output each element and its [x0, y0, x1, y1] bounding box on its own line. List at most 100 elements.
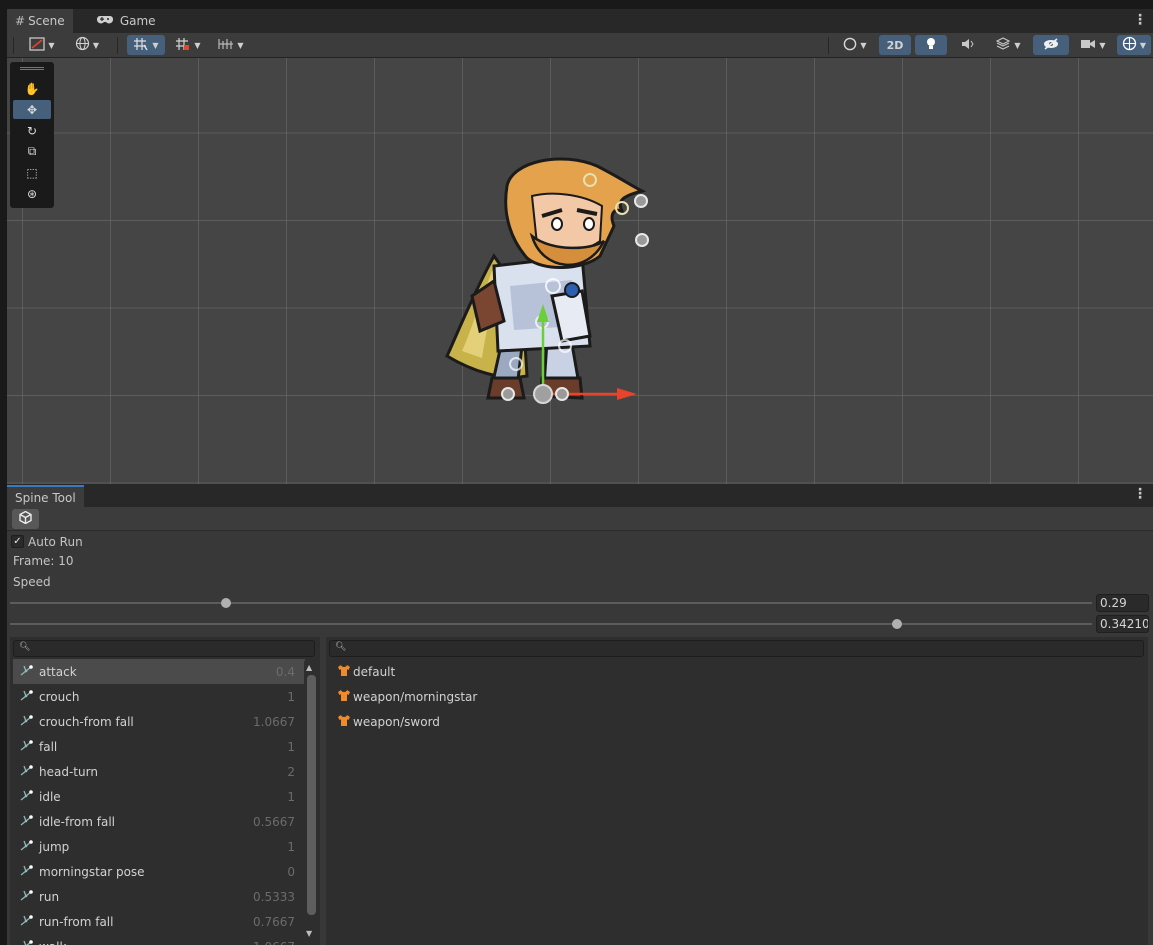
scale-tool-button[interactable]: ⧉ [13, 142, 51, 161]
move-tool-button[interactable]: ✥ [13, 100, 51, 119]
animation-search-input[interactable]: 🔍︎ [13, 640, 315, 657]
bone-icon [13, 839, 39, 854]
speed-slider-track[interactable] [10, 602, 1092, 604]
animation-list-item[interactable]: morningstar pose 0 [13, 859, 305, 884]
spine-tool-toolbar [7, 507, 1153, 531]
lightbulb-icon [926, 37, 936, 54]
skin-search-input[interactable]: 🔍︎ [329, 640, 1144, 657]
animation-list-item[interactable]: head-turn 2 [13, 759, 305, 784]
gizmo-y-arrow-icon[interactable] [537, 304, 549, 322]
globe-view-button[interactable]: ▼ [67, 35, 107, 55]
gizmos-button[interactable]: ▼ [1117, 35, 1151, 55]
panel-more-options-icon[interactable]: ⋮ [1133, 486, 1147, 502]
draw-mode-button[interactable]: ▼ [21, 35, 63, 55]
bone-icon [13, 689, 39, 704]
move-gizmo[interactable] [495, 298, 645, 413]
animation-list-item[interactable]: attack 0.4 [13, 659, 305, 684]
chevron-down-icon: ▼ [1099, 40, 1106, 50]
animation-list-item[interactable]: run 0.5333 [13, 884, 305, 909]
rotate-icon: ↻ [26, 123, 38, 138]
gizmo-x-arrow-icon[interactable] [617, 388, 637, 400]
chevron-down-icon: ▼ [1014, 40, 1021, 50]
animation-name: crouch [39, 689, 80, 704]
bone-handle[interactable] [555, 387, 569, 401]
chevron-down-icon: ▼ [92, 40, 100, 50]
rotate-tool-button[interactable]: ↻ [13, 121, 51, 140]
animation-list-item[interactable]: walk1.0667 [13, 934, 305, 945]
animation-list-item[interactable]: crouch-from fall 1.0667 [13, 709, 305, 734]
speed-slider[interactable] [10, 596, 1092, 610]
bone-handle[interactable] [501, 387, 515, 401]
bone-icon [13, 864, 39, 879]
speed-slider-knob[interactable] [221, 598, 232, 608]
progress-slider[interactable] [10, 617, 1092, 631]
eye-slash-icon [1042, 37, 1060, 53]
progress-slider-knob[interactable] [892, 619, 903, 629]
transform-icon: ⊛ [26, 186, 38, 201]
skin-name: default [353, 664, 396, 679]
animation-name: head-turn [39, 764, 98, 779]
scene-viewport[interactable] [7, 58, 1153, 484]
gizmo-globe-icon [1122, 36, 1137, 54]
palette-grip-icon[interactable] [20, 67, 44, 70]
chevron-down-icon: ▼ [237, 40, 244, 50]
scroll-up-arrow-icon[interactable]: ▲ [306, 663, 312, 672]
scrollbar-thumb[interactable] [307, 675, 316, 915]
animation-duration: 1 [287, 839, 295, 854]
scroll-down-arrow-icon[interactable]: ▼ [306, 929, 312, 938]
increment-snap-button[interactable]: ▼ [169, 35, 207, 55]
animation-duration: 0.4 [275, 664, 295, 679]
animation-list-scrollbar[interactable]: ▲ ▼ [304, 661, 318, 941]
move-arrows-icon: ✥ [26, 102, 38, 117]
animation-list-item[interactable]: idle-from fall 0.5667 [13, 809, 305, 834]
animation-name: attack [39, 664, 77, 679]
rect-tool-button[interactable]: ⬚ [13, 163, 51, 182]
toolbar-separator [828, 37, 829, 54]
camera-button[interactable]: ▼ [1073, 35, 1113, 55]
animation-duration: 0.5333 [253, 889, 295, 904]
top-tab-strip: # Scene Game ⋮ [7, 9, 1153, 33]
unity-logo-icon [19, 510, 32, 527]
progress-value-field[interactable]: 0.34210 [1096, 615, 1149, 633]
transform-tool-button[interactable]: ⊛ [13, 184, 51, 203]
gizmo-center-handle[interactable] [533, 384, 553, 404]
skin-list-item[interactable]: default [329, 659, 1139, 684]
animation-name: crouch-from fall [39, 714, 134, 729]
animation-name: idle [39, 789, 61, 804]
auto-run-checkbox[interactable]: ✓ [11, 535, 24, 548]
skin-name: weapon/morningstar [353, 689, 478, 704]
bone-icon [13, 889, 39, 904]
tab-scene[interactable]: # Scene [7, 9, 73, 33]
audio-toggle-button[interactable] [953, 35, 983, 55]
animation-list-item[interactable]: idle 1 [13, 784, 305, 809]
animation-list-item[interactable]: crouch 1 [13, 684, 305, 709]
lighting-toggle-button[interactable] [915, 35, 947, 55]
align-snap-button[interactable]: ▼ [211, 35, 251, 55]
animation-list-item[interactable]: run-from fall 0.7667 [13, 909, 305, 934]
animation-duration: 2 [287, 764, 295, 779]
tab-spine-tool[interactable]: Spine Tool [7, 485, 84, 507]
unity-settings-button[interactable] [12, 509, 39, 529]
animation-list-item[interactable]: jump 1 [13, 834, 305, 859]
animation-name: idle-from fall [39, 814, 115, 829]
effects-button[interactable]: ▼ [987, 35, 1029, 55]
animation-list-item[interactable]: fall 1 [13, 734, 305, 759]
frame-label: Frame: 10 [13, 554, 74, 568]
grid-snap-button[interactable]: ▼ [127, 35, 165, 55]
shading-mode-button[interactable]: ▼ [835, 35, 875, 55]
auto-run-label: Auto Run [28, 535, 83, 549]
hand-tool-button[interactable]: ✋ [13, 79, 51, 98]
tab-spine-tool-label: Spine Tool [15, 491, 76, 505]
progress-slider-track[interactable] [10, 623, 1092, 625]
skin-list-item[interactable]: weapon/morningstar [329, 684, 1139, 709]
toggle-2d-button[interactable]: 2D [879, 35, 911, 55]
tab-game[interactable]: Game [89, 9, 164, 33]
chevron-down-icon: ▼ [48, 40, 55, 50]
speed-value-field[interactable]: 0.29 [1096, 594, 1149, 612]
grid-snap-icon [133, 37, 149, 54]
bone-icon [13, 764, 39, 779]
scene-more-options-icon[interactable]: ⋮ [1133, 12, 1147, 28]
align-icon [218, 38, 234, 53]
skin-list-item[interactable]: weapon/sword [329, 709, 1139, 734]
hidden-objects-toggle-button[interactable] [1033, 35, 1069, 55]
